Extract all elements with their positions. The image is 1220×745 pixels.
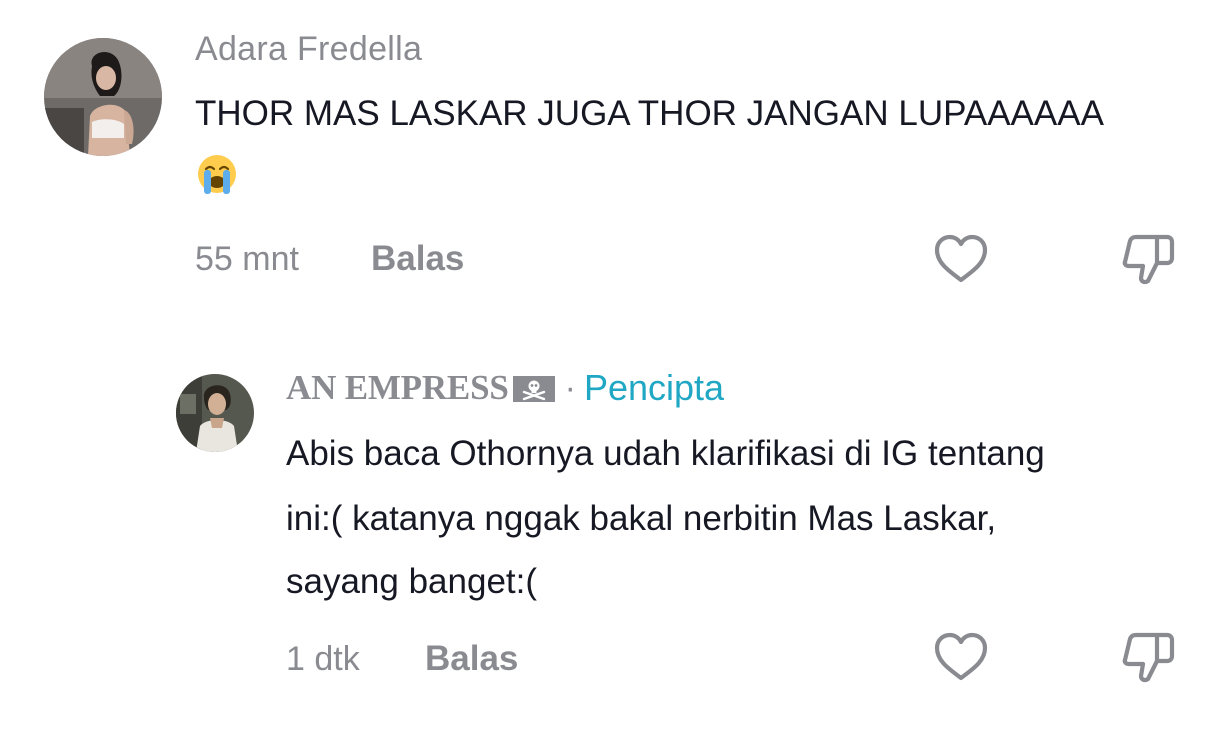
reply-author-username[interactable]: AN EMPRESS bbox=[286, 368, 509, 408]
heart-outline-icon[interactable] bbox=[931, 232, 991, 288]
pirate-flag-icon bbox=[511, 372, 557, 404]
reply-text-line: ini:( katanya nggak bakal nerbitin Mas L… bbox=[286, 499, 997, 538]
name-separator: · bbox=[564, 368, 576, 407]
reply-header: AN EMPRESS · Pencipta bbox=[286, 367, 725, 408]
loudly-crying-face-icon bbox=[195, 152, 239, 196]
creator-badge: Pencipta bbox=[583, 367, 725, 408]
reply-text-line: sayang banget:( bbox=[286, 562, 538, 601]
reply-text-line: Abis baca Othornya udah klarifikasi di I… bbox=[286, 434, 1045, 473]
reply-button[interactable]: Balas bbox=[371, 239, 464, 279]
commenter-username[interactable]: Adara Fredella bbox=[195, 29, 422, 69]
reply-timestamp: 1 dtk bbox=[286, 640, 360, 678]
heart-outline-icon[interactable] bbox=[931, 630, 991, 686]
thumbs-down-outline-icon[interactable] bbox=[1119, 630, 1179, 686]
commenter-avatar[interactable] bbox=[44, 38, 162, 156]
comment-timestamp: 55 mnt bbox=[195, 240, 299, 278]
comment-text: THOR MAS LASKAR JUGA THOR JANGAN LUPAAAA… bbox=[195, 94, 1104, 133]
reply-button[interactable]: Balas bbox=[425, 639, 518, 679]
reply-author-avatar[interactable] bbox=[176, 374, 254, 452]
thumbs-down-outline-icon[interactable] bbox=[1119, 232, 1179, 288]
